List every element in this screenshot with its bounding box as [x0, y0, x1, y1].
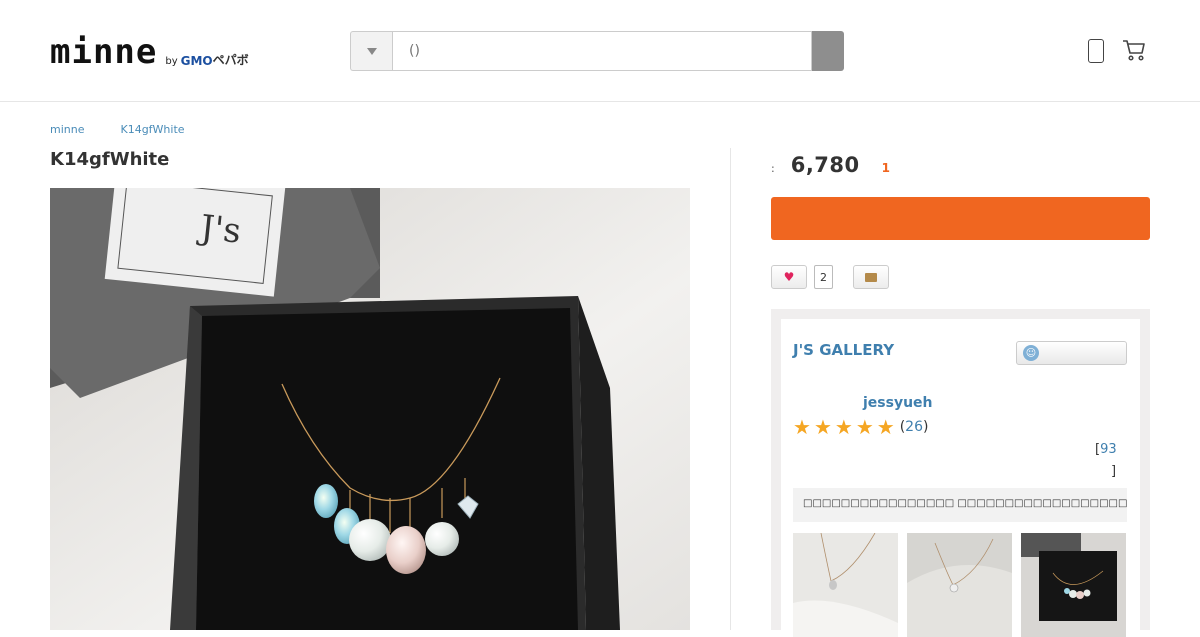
- review-count-value[interactable]: 26: [905, 419, 923, 435]
- star-icon: ★: [834, 415, 853, 439]
- follow-button[interactable]: ☺: [1016, 341, 1127, 365]
- logo-gmo-text: GMO: [180, 54, 213, 68]
- search-bar: [350, 31, 844, 71]
- breadcrumb: minne K14gfWhite: [50, 123, 221, 136]
- chevron-down-icon: [366, 47, 377, 55]
- star-icon: ★: [813, 415, 832, 439]
- breadcrumb-home[interactable]: minne: [50, 123, 84, 136]
- review-count[interactable]: (26): [900, 419, 929, 435]
- search-category-dropdown[interactable]: [350, 31, 392, 71]
- shop-item-thumbnail[interactable]: [907, 533, 1012, 637]
- svg-text:J's: J's: [196, 207, 243, 251]
- item-count-close: ]: [1111, 464, 1117, 479]
- shop-description: □□□□□□□□□□□□□□□□ □□□□□□□□□□□□□□□□□□□□↗□: [793, 488, 1127, 522]
- price-row: : 6,780 1: [771, 153, 890, 177]
- envelope-icon: [865, 272, 877, 282]
- logo-pepabo-text: ペパボ: [212, 53, 249, 67]
- column-divider: [730, 148, 731, 630]
- like-button[interactable]: ♥: [771, 265, 807, 289]
- star-icon: ★: [876, 415, 895, 439]
- star-icon: ★: [793, 415, 811, 439]
- shop-card: J'S GALLERY ☺ jessyueh ★ ★ ★ ★ ★ (26) [9…: [781, 319, 1140, 637]
- shop-name-link[interactable]: J'S GALLERY: [793, 341, 894, 359]
- rating-stars: ★ ★ ★ ★ ★ (26): [793, 416, 928, 438]
- breadcrumb-current[interactable]: K14gfWhite: [120, 123, 184, 136]
- product-title: K14gfWhite: [50, 149, 170, 170]
- item-count-value[interactable]: 93: [1100, 442, 1117, 457]
- search-button[interactable]: [812, 31, 844, 71]
- site-header: minne by GMO ペパボ: [0, 0, 1200, 102]
- review-close: ): [922, 419, 929, 435]
- shop-item-thumbnail[interactable]: [1021, 533, 1126, 637]
- owner-name-link[interactable]: jessyueh: [863, 395, 933, 411]
- message-button[interactable]: [853, 265, 889, 289]
- star-icon: ★: [855, 415, 874, 439]
- shop-item-thumbnail[interactable]: [793, 533, 898, 637]
- minne-logo[interactable]: minne by GMO ペパボ: [50, 32, 249, 72]
- logo-by-text: by: [165, 56, 178, 67]
- smile-icon: ☺: [1023, 345, 1039, 361]
- add-to-cart-button[interactable]: [771, 197, 1150, 240]
- phone-icon[interactable]: [1088, 39, 1104, 63]
- like-count: 2: [814, 265, 833, 289]
- cart-icon[interactable]: [1122, 38, 1146, 62]
- stock-count: 1: [881, 161, 891, 175]
- heart-icon: ♥: [783, 270, 795, 284]
- search-input[interactable]: [392, 31, 812, 71]
- product-photo[interactable]: J's: [50, 188, 690, 630]
- shop-panel: J'S GALLERY ☺ jessyueh ★ ★ ★ ★ ★ (26) [9…: [771, 309, 1150, 637]
- item-count[interactable]: [93: [1095, 442, 1117, 457]
- price-value: 6,780: [790, 153, 860, 177]
- logo-wordmark: minne: [50, 32, 158, 72]
- price-label: :: [771, 162, 775, 175]
